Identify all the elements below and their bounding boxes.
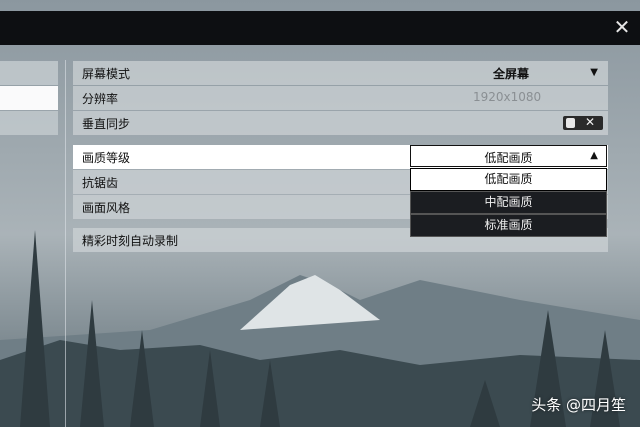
screen-mode-value: 全屏幕 — [493, 67, 530, 81]
off-x-icon: ✕ — [585, 115, 596, 129]
panel-divider — [65, 60, 66, 427]
dropdown-option[interactable]: 低配画质 — [410, 168, 607, 191]
sidebar-item[interactable] — [0, 61, 58, 85]
dropdown-option[interactable]: 中配画质 — [410, 191, 607, 214]
sidebar-item-active[interactable] — [0, 86, 58, 110]
caret-up-icon: ▲ — [590, 150, 598, 161]
setting-row-vsync[interactable]: 垂直同步 ✕ — [73, 111, 608, 135]
setting-label: 抗锯齿 — [82, 176, 119, 190]
toggle-knob — [566, 118, 575, 128]
title-bar — [0, 11, 640, 45]
quality-dropdown-list: 低配画质 中配画质 标准画质 — [410, 168, 607, 237]
sidebar-item[interactable] — [0, 111, 58, 135]
setting-label: 分辨率 — [82, 92, 119, 106]
setting-label: 画面风格 — [82, 201, 131, 215]
watermark: 头条 @四月笙 — [531, 396, 626, 414]
setting-label: 精彩时刻自动录制 — [82, 234, 179, 248]
setting-row-resolution[interactable]: 分辨率 1920x1080 — [73, 86, 608, 110]
quality-dropdown[interactable]: 低配画质 ▲ — [410, 145, 607, 167]
resolution-value: 1920x1080 — [473, 90, 542, 104]
caret-down-icon[interactable]: ▼ — [590, 67, 598, 78]
setting-label: 垂直同步 — [82, 117, 131, 131]
dropdown-option[interactable]: 标准画质 — [410, 214, 607, 237]
vsync-toggle[interactable]: ✕ — [563, 115, 603, 130]
setting-label: 屏幕模式 — [82, 67, 131, 81]
setting-label: 画质等级 — [82, 151, 131, 165]
close-icon[interactable]: ✕ — [612, 17, 632, 37]
setting-row-screen-mode[interactable]: 屏幕模式 全屏幕 ▼ — [73, 61, 608, 85]
quality-dropdown-value: 低配画质 — [484, 151, 533, 165]
